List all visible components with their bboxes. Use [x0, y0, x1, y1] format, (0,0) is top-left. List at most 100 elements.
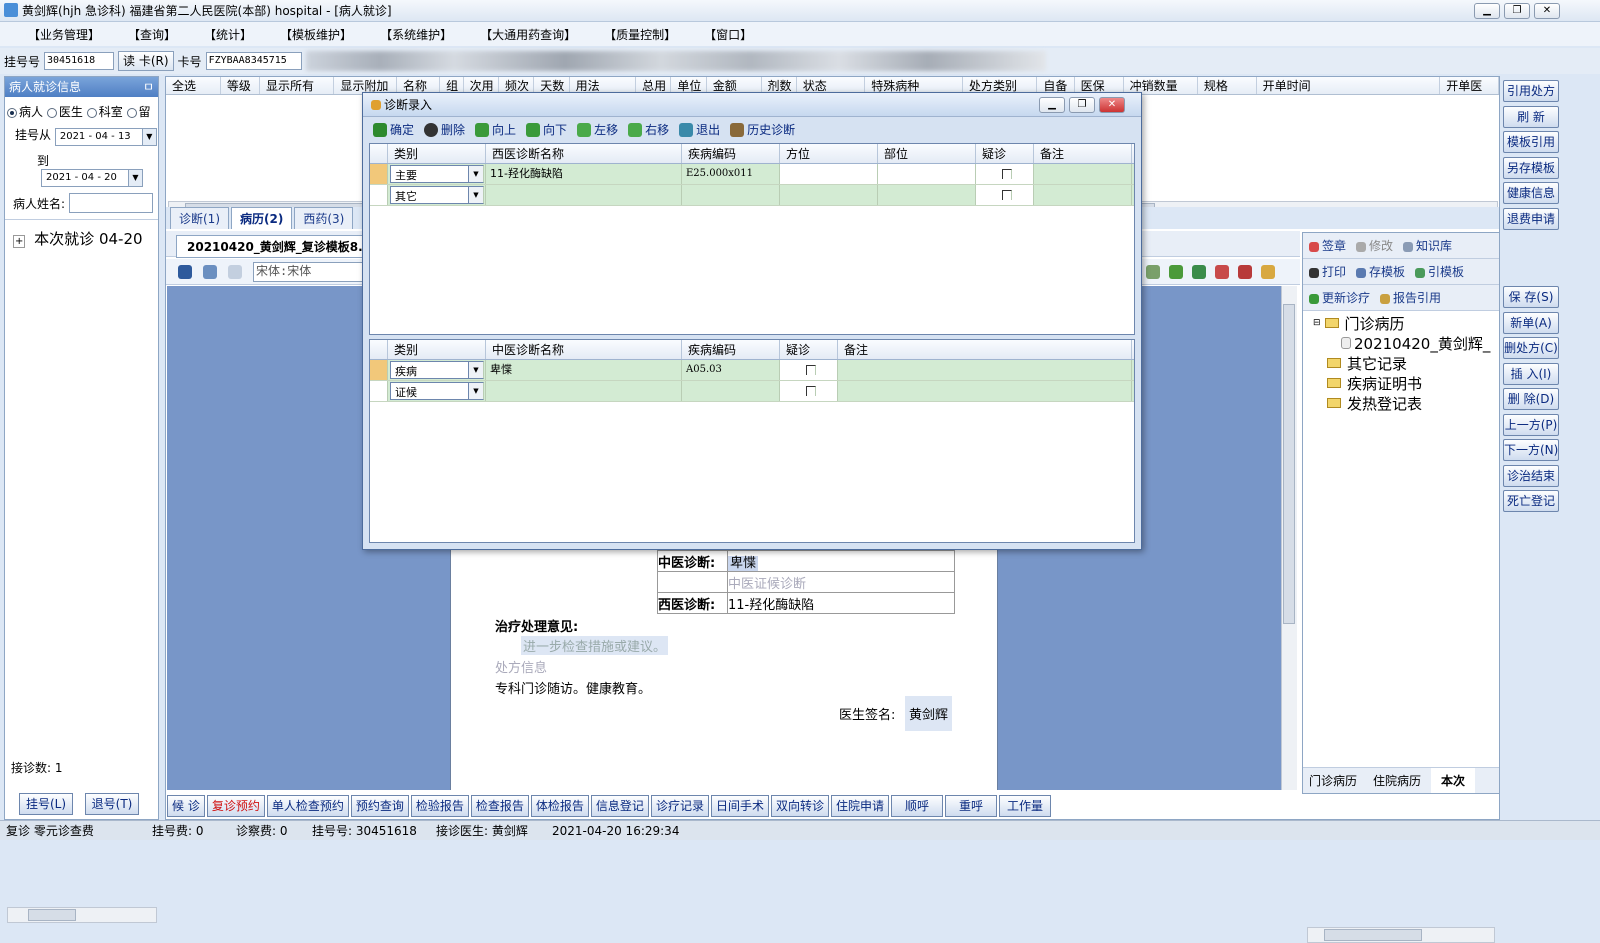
- wm-type-select[interactable]: 主要: [390, 165, 484, 183]
- unregister-button[interactable]: 退号(T): [85, 793, 139, 815]
- finish-visit-button[interactable]: 诊治结束: [1503, 464, 1559, 487]
- workload-button[interactable]: 工作量: [999, 795, 1051, 817]
- document-tab[interactable]: 20210420_黄剑辉_复诊模板8.1: [176, 235, 383, 258]
- wm-site-cell[interactable]: [878, 164, 976, 184]
- day-surgery-button[interactable]: 日间手术: [710, 795, 769, 817]
- tcm-suspected-checkbox[interactable]: [780, 381, 838, 401]
- report-reference-button[interactable]: 报告引用: [1380, 289, 1441, 306]
- confirm-button[interactable]: 确定: [373, 121, 414, 138]
- history-diagnosis-button[interactable]: 历史诊断: [730, 121, 795, 138]
- table-row[interactable]: 主要 11-羟化酶缺陷 E25.000x011: [370, 164, 1134, 185]
- referral-button[interactable]: 双向转诊: [770, 795, 829, 817]
- tab-current[interactable]: 本次: [1431, 768, 1476, 793]
- tcm-remark-cell[interactable]: [838, 360, 1132, 380]
- font-select[interactable]: 宋体:宋体: [253, 261, 373, 282]
- move-down-button[interactable]: 向下: [526, 121, 567, 138]
- lab-report-button[interactable]: 检验报告: [410, 795, 469, 817]
- tab-inpatient-record[interactable]: 住院病历: [1363, 768, 1431, 793]
- tree-item-fever-registration[interactable]: 发热登记表: [1313, 393, 1499, 413]
- close-button[interactable]: ✕: [1534, 3, 1560, 19]
- menu-window[interactable]: 【窗口】: [690, 26, 766, 43]
- reg-no-field[interactable]: 30451618: [44, 52, 115, 70]
- template-reference-button[interactable]: 模板引用: [1503, 131, 1559, 153]
- table-row[interactable]: 其它: [370, 185, 1134, 206]
- physical-exam-report-button[interactable]: 体检报告: [530, 795, 589, 817]
- death-registration-button[interactable]: 死亡登记: [1503, 490, 1559, 512]
- save-icon[interactable]: [178, 264, 192, 279]
- wm-remark-cell[interactable]: [1034, 185, 1132, 205]
- table-row[interactable]: 疾病 卑惵 A05.03: [370, 360, 1134, 381]
- knowledge-base-button[interactable]: 知识库: [1403, 237, 1452, 254]
- tcm-remark-cell[interactable]: [838, 381, 1132, 401]
- move-left-button[interactable]: 左移: [577, 121, 618, 138]
- treatment-record-button[interactable]: 诊疗记录: [650, 795, 709, 817]
- dialog-minimize-button[interactable]: ▁: [1039, 97, 1065, 113]
- wm-site-cell[interactable]: [878, 185, 976, 205]
- tab-medical-record[interactable]: 病历(2): [231, 207, 293, 229]
- radio-doctor[interactable]: 医生: [46, 105, 83, 119]
- wm-suspected-checkbox[interactable]: [976, 164, 1034, 184]
- wm-code-cell[interactable]: E25.000x011: [682, 164, 780, 184]
- redo-icon[interactable]: [228, 264, 242, 279]
- menu-statistics[interactable]: 【统计】: [190, 26, 266, 43]
- wm-diag-value[interactable]: 11-羟化酶缺陷: [727, 592, 955, 614]
- tree-item-disease-certificate[interactable]: 疾病证明书: [1313, 373, 1499, 393]
- follow-up-appointment-button[interactable]: 复诊预约: [206, 795, 265, 817]
- doctor-sign-value[interactable]: 黄剑辉: [905, 696, 953, 731]
- delete-col-icon[interactable]: [1238, 265, 1252, 279]
- tree-root[interactable]: ⊟ 门诊病历: [1313, 313, 1499, 333]
- radio-patient[interactable]: 病人: [7, 105, 43, 119]
- tcm-code-cell[interactable]: A05.03: [682, 360, 780, 380]
- move-up-button[interactable]: 向上: [475, 121, 516, 138]
- read-card-button[interactable]: 读 卡(R): [118, 51, 174, 71]
- wm-remark-cell[interactable]: [1034, 164, 1132, 184]
- wm-name-cell[interactable]: [486, 185, 682, 205]
- new-order-button[interactable]: 新单(A): [1503, 311, 1559, 334]
- menu-business[interactable]: 【业务管理】: [14, 26, 114, 43]
- expand-icon[interactable]: +: [13, 235, 26, 248]
- tcm-type-select[interactable]: 疾病: [390, 361, 484, 379]
- exit-button[interactable]: 退出: [679, 121, 720, 138]
- restore-button[interactable]: ❐: [1504, 3, 1530, 19]
- menu-drug-query[interactable]: 【大通用药查询】: [466, 26, 590, 43]
- delete-button[interactable]: 删 除(D): [1503, 388, 1559, 410]
- tab-diagnosis[interactable]: 诊断(1): [170, 207, 229, 229]
- recall-button[interactable]: 重呼: [945, 795, 997, 817]
- wm-suspected-checkbox[interactable]: [976, 185, 1034, 205]
- delete-row-icon[interactable]: [1215, 265, 1229, 279]
- register-button[interactable]: 挂号(L): [19, 793, 73, 815]
- dialog-restore-button[interactable]: ❐: [1069, 97, 1095, 113]
- tcm-syndrome-placeholder[interactable]: 中医证候诊断: [727, 571, 955, 593]
- exam-report-button[interactable]: 检查报告: [470, 795, 529, 817]
- delete-prescription-button[interactable]: 删处方(C): [1503, 337, 1559, 359]
- table-icon[interactable]: [1146, 265, 1160, 279]
- treatment-placeholder[interactable]: 进一步检查措施或建议。: [521, 636, 669, 655]
- tcm-code-cell[interactable]: [682, 381, 780, 401]
- appointment-query-button[interactable]: 预约查询: [350, 795, 409, 817]
- document-vscrollbar[interactable]: [1281, 286, 1297, 790]
- col-show-all[interactable]: 显示所有: [260, 77, 335, 94]
- tab-outpatient-record[interactable]: 门诊病历: [1303, 768, 1363, 793]
- tcm-diag-value[interactable]: 卑惵: [728, 555, 759, 571]
- waiting-button[interactable]: 候 诊: [167, 795, 205, 817]
- tree-item-record[interactable]: 20210420_黄剑辉_: [1313, 333, 1499, 353]
- pin-icon[interactable]: ㅁ: [143, 77, 154, 97]
- menu-query[interactable]: 【查询】: [114, 26, 190, 43]
- health-info-button[interactable]: 健康信息: [1503, 182, 1559, 204]
- radio-stay[interactable]: 留: [126, 105, 151, 119]
- prescription-placeholder[interactable]: 处方信息: [495, 657, 547, 676]
- call-next-button[interactable]: 顺呼: [891, 795, 943, 817]
- tcm-type-select[interactable]: 证候: [390, 382, 484, 400]
- wm-code-cell[interactable]: [682, 185, 780, 205]
- minimize-button[interactable]: ▁: [1474, 3, 1500, 19]
- edit-button[interactable]: 修改: [1356, 237, 1393, 254]
- next-prescription-button[interactable]: 下一方(N): [1503, 439, 1559, 461]
- previous-prescription-button[interactable]: 上一方(P): [1503, 413, 1559, 436]
- undo-icon[interactable]: [203, 264, 217, 279]
- single-exam-appointment-button[interactable]: 单人检查预约: [266, 795, 349, 817]
- tcm-name-cell[interactable]: 卑惵: [486, 360, 682, 380]
- sign-button[interactable]: 签章: [1309, 237, 1346, 254]
- admission-request-button[interactable]: 住院申请: [830, 795, 889, 817]
- refund-request-button[interactable]: 退费申请: [1503, 207, 1559, 230]
- save-button[interactable]: 保 存(S): [1503, 286, 1559, 308]
